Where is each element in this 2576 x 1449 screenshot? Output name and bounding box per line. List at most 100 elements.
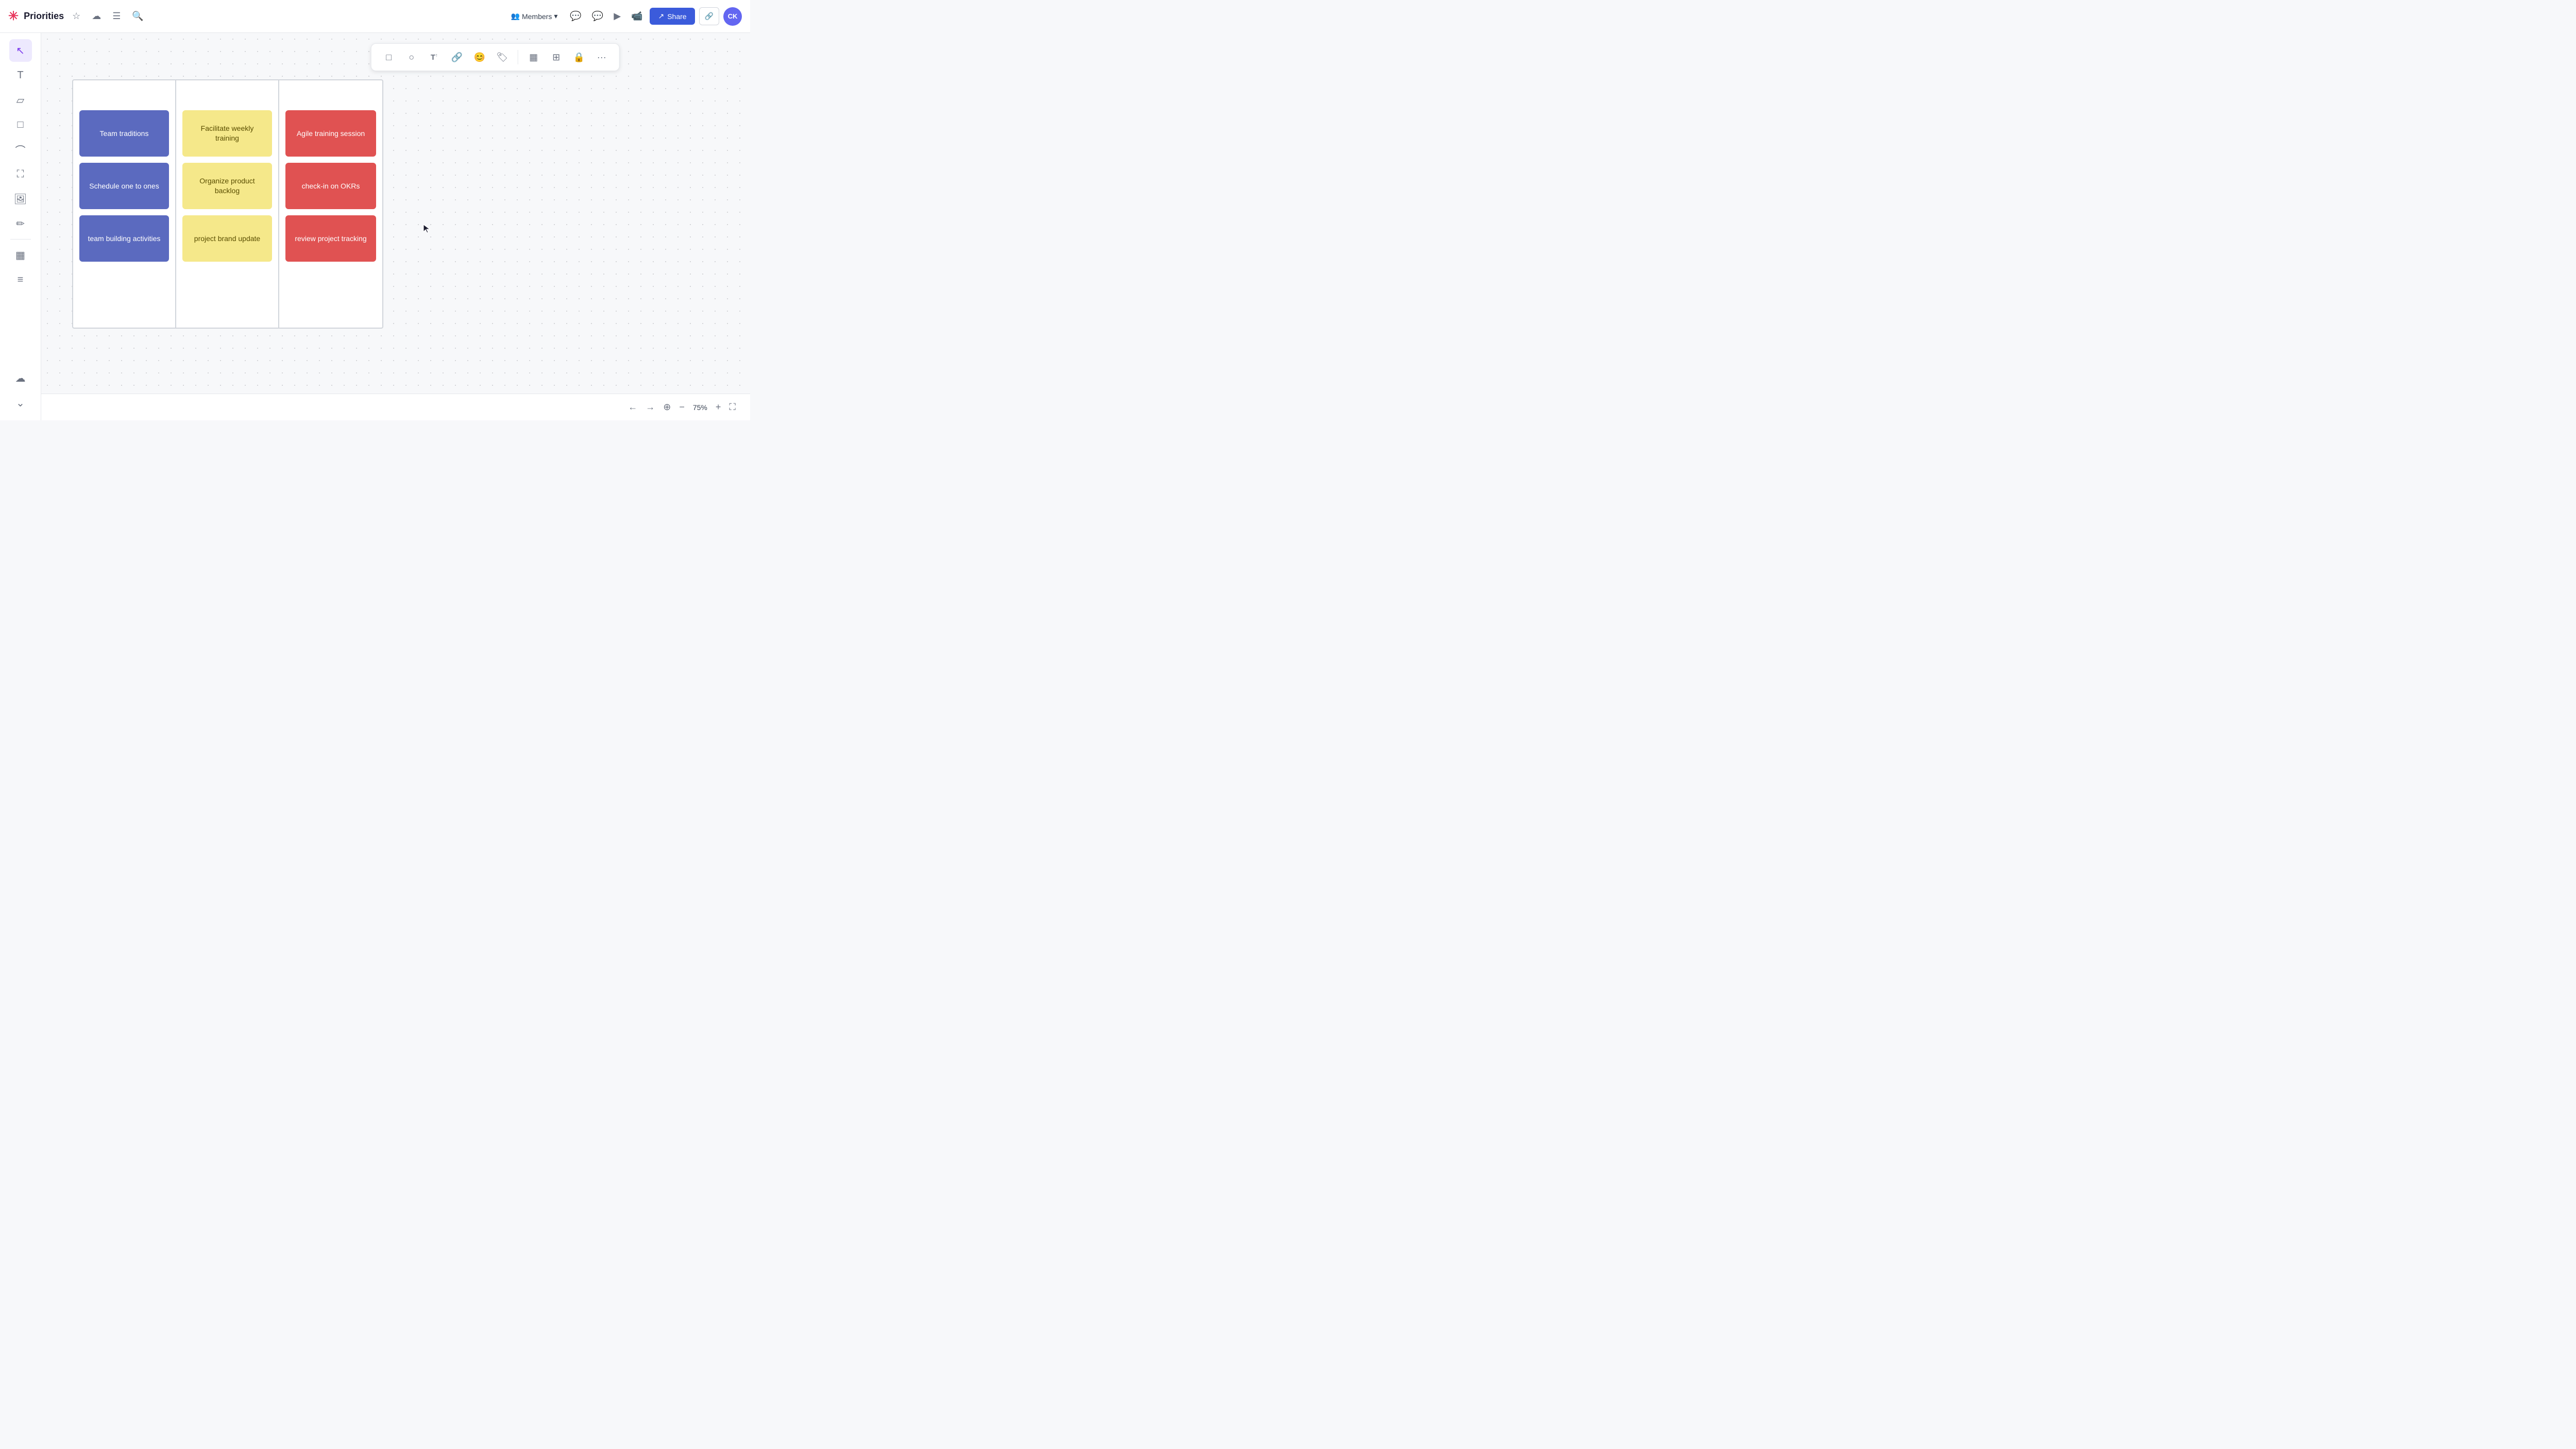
comment-button[interactable]: 💬 bbox=[567, 8, 584, 25]
toolbar-rectangle[interactable]: □ bbox=[380, 48, 398, 66]
fullscreen-button[interactable]: ⛶ bbox=[727, 400, 738, 415]
toolbar-link[interactable]: 🔗 bbox=[448, 48, 466, 66]
avatar-initials: CK bbox=[728, 12, 738, 20]
sidebar-tool-text[interactable]: T bbox=[9, 64, 32, 87]
sidebar-tool-curve[interactable]: ⌒ bbox=[9, 138, 32, 161]
cloud-icon: ☁ bbox=[15, 372, 26, 385]
undo-icon: ← bbox=[628, 402, 637, 413]
share-label: Share bbox=[667, 12, 686, 21]
zoom-minus-icon: − bbox=[679, 402, 685, 413]
home-icon: ⊕ bbox=[663, 402, 671, 413]
share-button[interactable]: ↗ Share bbox=[650, 8, 694, 25]
sidebar-tool-sticky[interactable]: ▱ bbox=[9, 89, 32, 111]
column-1-header bbox=[79, 89, 169, 104]
sidebar-bottom: ☁ ⌄ bbox=[9, 367, 32, 414]
menu-icon: ☰ bbox=[112, 11, 121, 22]
sidebar-divider bbox=[10, 239, 31, 240]
zoom-plus-icon: + bbox=[716, 402, 721, 413]
header-right: 👥 Members ▾ 💬 💬 ▶ 📹 ↗ Share 🔗 CK bbox=[506, 7, 742, 26]
redo-icon: → bbox=[646, 402, 655, 413]
toolbar-more[interactable]: ··· bbox=[592, 48, 611, 66]
image-icon: 🖼 bbox=[14, 193, 27, 206]
toolbar-tag[interactable]: 🏷 bbox=[493, 48, 512, 66]
sidebar: ↖ T ▱ □ ⌒ ⛶ 🖼 ✏ ▦ ≡ ☁ ⌄ bbox=[0, 33, 41, 420]
rectangle-icon: □ bbox=[386, 52, 392, 63]
members-icon: 👥 bbox=[511, 12, 520, 21]
link-button[interactable]: 🔗 bbox=[699, 7, 719, 25]
play-button[interactable]: ▶ bbox=[611, 8, 624, 25]
column-3-header bbox=[285, 89, 376, 104]
logo-icon: ✳ bbox=[8, 9, 19, 24]
lock-icon: 🔒 bbox=[573, 52, 584, 63]
card-project-brand[interactable]: project brand update bbox=[182, 215, 272, 262]
toolbar-text[interactable]: T↑ bbox=[425, 48, 444, 66]
link-icon: 🔗 bbox=[705, 12, 714, 20]
members-chevron-icon: ▾ bbox=[554, 12, 557, 21]
crop-icon: ⛶ bbox=[17, 168, 24, 180]
select-icon: ↖ bbox=[16, 44, 25, 57]
home-view-button[interactable]: ⊕ bbox=[661, 400, 673, 415]
emoji-icon: 😊 bbox=[473, 52, 485, 63]
card-organize-backlog[interactable]: Organize product backlog bbox=[182, 163, 272, 209]
zoom-plus-button[interactable]: + bbox=[714, 400, 723, 415]
sidebar-tool-pen[interactable]: ✏ bbox=[9, 212, 32, 235]
undo-button[interactable]: ← bbox=[626, 400, 639, 415]
zoom-level: 75% bbox=[690, 403, 710, 412]
collapse-icon: ⌄ bbox=[16, 397, 25, 410]
sidebar-tool-image[interactable]: 🖼 bbox=[9, 187, 32, 210]
card-team-traditions[interactable]: Team traditions bbox=[79, 110, 169, 157]
zoom-minus-button[interactable]: − bbox=[677, 400, 687, 415]
text-icon: T bbox=[17, 70, 23, 81]
kanban-column-1: Team traditions Schedule one to ones tea… bbox=[73, 80, 176, 328]
avatar[interactable]: CK bbox=[723, 7, 742, 26]
card-facilitate-weekly[interactable]: Facilitate weekly training bbox=[182, 110, 272, 157]
members-button[interactable]: 👥 Members ▾ bbox=[506, 9, 563, 24]
grid-icon: ▦ bbox=[529, 52, 538, 63]
lines-icon: ≡ bbox=[18, 274, 24, 286]
table2-icon: ⊞ bbox=[552, 52, 560, 63]
pen-icon: ✏ bbox=[16, 217, 25, 230]
share-icon: ↗ bbox=[658, 12, 664, 21]
curve-icon: ⌒ bbox=[15, 142, 26, 157]
floating-toolbar: □ ○ T↑ 🔗 😊 🏷 ▦ ⊞ 🔒 ··· bbox=[371, 43, 620, 71]
menu-button[interactable]: ☰ bbox=[109, 8, 124, 25]
card-agile-training[interactable]: Agile training session bbox=[285, 110, 376, 157]
history-icon: ☁ bbox=[92, 11, 101, 22]
card-review-tracking[interactable]: review project tracking bbox=[285, 215, 376, 262]
redo-button[interactable]: → bbox=[643, 400, 657, 415]
sidebar-tool-cloud[interactable]: ☁ bbox=[9, 367, 32, 389]
star-icon: ☆ bbox=[72, 11, 80, 22]
text-tool-icon: T↑ bbox=[431, 53, 438, 62]
toolbar-lock[interactable]: 🔒 bbox=[570, 48, 588, 66]
toolbar-grid[interactable]: ▦ bbox=[524, 48, 543, 66]
video-button[interactable]: 📹 bbox=[628, 8, 646, 25]
toolbar-emoji[interactable]: 😊 bbox=[470, 48, 489, 66]
sidebar-tool-crop[interactable]: ⛶ bbox=[9, 163, 32, 185]
presentation-icon: 💬 bbox=[592, 11, 603, 22]
toolbar-circle[interactable]: ○ bbox=[402, 48, 421, 66]
presentation-button[interactable]: 💬 bbox=[589, 8, 606, 25]
sidebar-tool-table[interactable]: ▦ bbox=[9, 244, 32, 266]
sidebar-tool-lines[interactable]: ≡ bbox=[9, 268, 32, 291]
play-icon: ▶ bbox=[614, 11, 621, 22]
star-button[interactable]: ☆ bbox=[69, 8, 83, 25]
members-label: Members bbox=[522, 12, 552, 21]
card-schedule-one-to-ones[interactable]: Schedule one to ones bbox=[79, 163, 169, 209]
sidebar-tool-select[interactable]: ↖ bbox=[9, 39, 32, 62]
sidebar-tool-collapse[interactable]: ⌄ bbox=[9, 391, 32, 414]
cursor bbox=[422, 224, 433, 234]
comment-icon: 💬 bbox=[570, 11, 581, 22]
sidebar-tool-frame[interactable]: □ bbox=[9, 113, 32, 136]
card-checkin-okrs[interactable]: check-in on OKRs bbox=[285, 163, 376, 209]
canvas[interactable]: □ ○ T↑ 🔗 😊 🏷 ▦ ⊞ 🔒 ··· bbox=[41, 33, 750, 420]
search-button[interactable]: 🔍 bbox=[129, 8, 146, 25]
kanban-column-2: Facilitate weekly training Organize prod… bbox=[176, 80, 279, 328]
card-team-building[interactable]: team building activities bbox=[79, 215, 169, 262]
toolbar-table2[interactable]: ⊞ bbox=[547, 48, 566, 66]
sticky-icon: ▱ bbox=[16, 94, 24, 107]
kanban-column-3: Agile training session check-in on OKRs … bbox=[279, 80, 382, 328]
history-button[interactable]: ☁ bbox=[89, 8, 104, 25]
search-icon: 🔍 bbox=[132, 11, 143, 22]
bottom-bar: ← → ⊕ − 75% + ⛶ bbox=[41, 394, 750, 420]
circle-icon: ○ bbox=[409, 52, 414, 63]
